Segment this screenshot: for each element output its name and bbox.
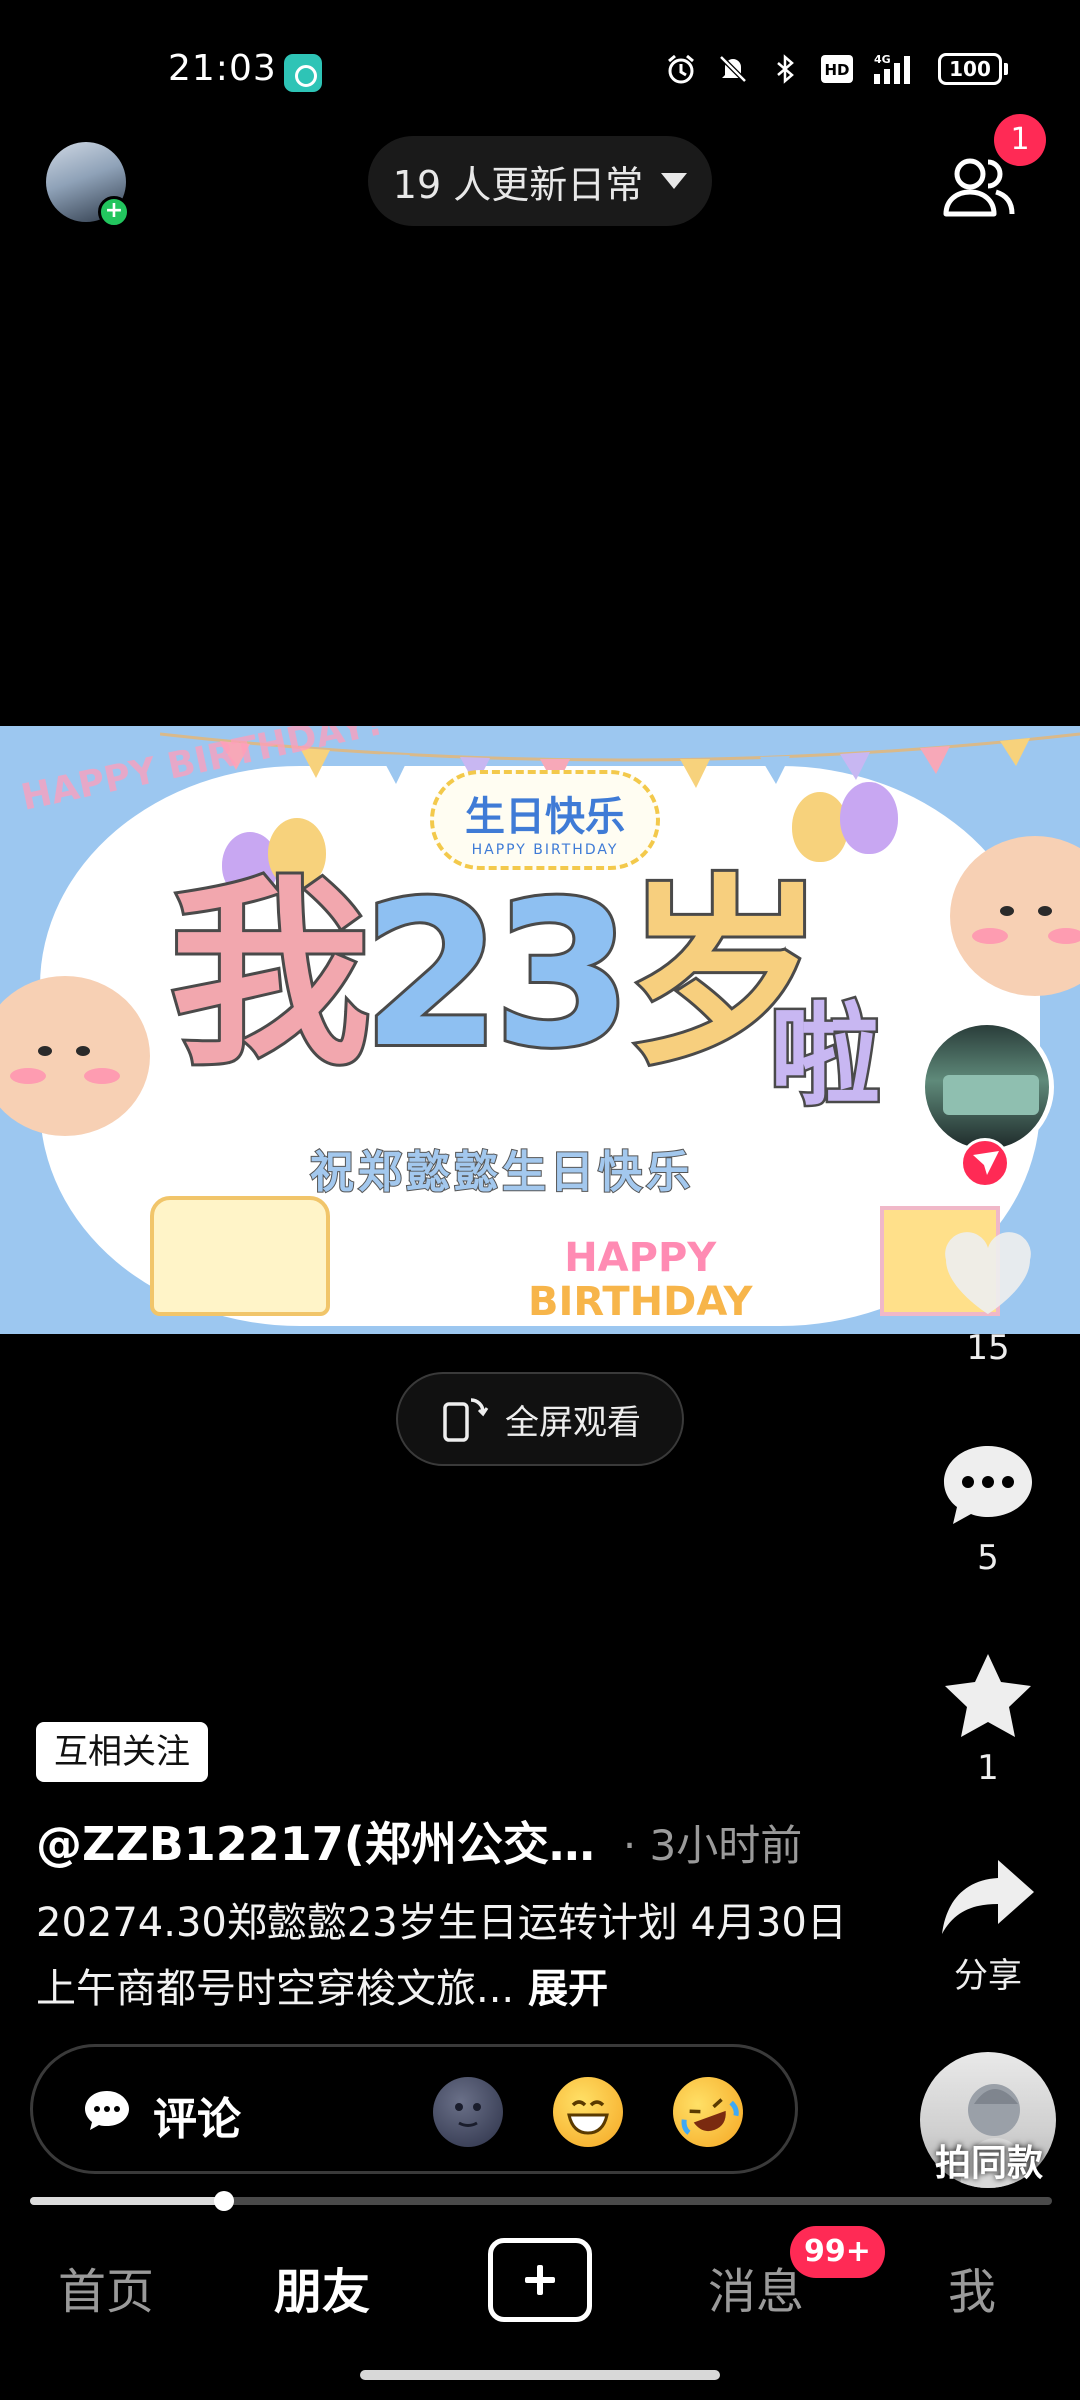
bottom-nav: 首页 朋友 消息 我 <box>0 2230 1080 2340</box>
progress-fill <box>30 2197 225 2205</box>
author-line: @ZZB12217(郑州公交… · 3小时前 <box>36 1808 836 1874</box>
network-label: 4G <box>874 53 891 66</box>
heart-icon <box>945 1232 1031 1314</box>
friends-button[interactable] <box>940 154 1018 218</box>
post-caption[interactable]: 20274.30郑懿懿23岁生日运转计划 4月30日上午商都号时空穿梭文旅...… <box>36 1890 866 2022</box>
updates-label: 19 人更新日常 <box>392 162 644 207</box>
hd-label: HD <box>824 61 849 79</box>
new-moon-face-emoji[interactable] <box>433 2077 503 2147</box>
caret-down-icon <box>661 173 688 189</box>
banner-title-sub: HAPPY BIRTHDAY <box>471 842 619 858</box>
expand-button[interactable]: 展开 <box>528 1966 608 2012</box>
mutual-follow-tag: 互相关注 <box>36 1722 208 1782</box>
bell-muted-icon <box>716 52 750 86</box>
video-progress-bar[interactable] <box>30 2191 1052 2211</box>
post-time: · 3小时前 <box>622 1821 803 1870</box>
app-notification-icon <box>284 54 322 92</box>
send-icon <box>973 1151 999 1175</box>
signal-4g-icon: 4G <box>872 52 920 86</box>
author-name[interactable]: @ZZB12217(郑州公交… <box>36 1808 595 1874</box>
messages-badge: 99+ <box>790 2226 885 2278</box>
comment-button[interactable]: 5 <box>920 1440 1056 1578</box>
banner-title: 生日快乐 <box>465 794 625 840</box>
comment-count: 5 <box>977 1538 999 1578</box>
share-arrow-icon <box>942 1860 1034 1934</box>
star-icon <box>945 1654 1031 1737</box>
favorite-count: 1 <box>977 1748 999 1788</box>
caption-text: 20274.30郑懿懿23岁生日运转计划 4月30日上午商都号时空穿梭文旅... <box>36 1900 847 2012</box>
banner-title-badge: 生日快乐 HAPPY BIRTHDAY <box>430 770 660 870</box>
fullscreen-label: 全屏观看 <box>505 1402 641 1443</box>
status-time: 21:03 <box>168 48 277 89</box>
share-label: 分享 <box>954 1956 1022 1996</box>
friends-icon <box>943 158 1015 217</box>
same-style-label[interactable]: 拍同款 <box>924 2134 1054 2186</box>
like-count: 15 <box>966 1328 1010 1368</box>
tab-home[interactable]: 首页 <box>58 2252 154 2322</box>
fullscreen-button[interactable]: 全屏观看 <box>396 1372 684 1466</box>
banner-main-char: 2 <box>359 859 504 1092</box>
cake-decoration <box>150 1196 330 1316</box>
banner-main-char: 我 <box>167 859 373 1092</box>
balloon-decoration <box>792 792 848 862</box>
author-avatar[interactable] <box>920 1020 1054 1154</box>
tab-friends[interactable]: 朋友 <box>274 2252 370 2322</box>
comment-input-bar[interactable]: 评论 <box>30 2044 798 2174</box>
banner-main-suffix: 啦 <box>768 990 883 1123</box>
status-bar: 21:03 HD 4G 100 <box>0 0 1080 140</box>
comment-icon <box>85 2091 129 2130</box>
grinning-face-emoji[interactable] <box>553 2077 623 2147</box>
my-avatar[interactable]: + <box>46 142 130 228</box>
follow-button[interactable] <box>960 1138 1010 1188</box>
video-frame[interactable]: HAPPY BIRTHDAY! 生日快乐 HAPPY BIRTHDAY 我23岁… <box>0 726 1080 1334</box>
progress-knob[interactable] <box>214 2191 235 2211</box>
comment-bubble-icon <box>944 1446 1032 1524</box>
share-button[interactable]: 分享 <box>920 1856 1056 1997</box>
banner-main-char: 3 <box>490 859 635 1092</box>
alarm-icon <box>664 52 698 86</box>
status-icons: HD 4G 100 <box>664 52 1008 86</box>
rolling-laughing-emoji[interactable] <box>663 2067 753 2157</box>
create-post-button[interactable] <box>488 2238 592 2322</box>
banner-hb-line1: HAPPY <box>564 1235 717 1281</box>
rotate-screen-icon <box>443 1398 489 1442</box>
battery-icon: 100 <box>938 53 1008 85</box>
like-button[interactable]: 15 <box>920 1230 1056 1368</box>
bus-image <box>943 1075 1039 1115</box>
home-indicator[interactable] <box>360 2370 720 2380</box>
friends-badge: 1 <box>994 114 1046 166</box>
banner-main-text: 我23岁 <box>167 873 827 1079</box>
banner-subtitle: 祝郑懿懿生日快乐 <box>309 1146 694 1199</box>
add-story-icon[interactable]: + <box>98 196 130 228</box>
balloon-decoration <box>840 782 898 854</box>
updates-dropdown[interactable]: 19 人更新日常 <box>368 136 712 226</box>
comment-label: 评论 <box>153 2094 241 2145</box>
banner-happy-birthday: HAPPY BIRTHDAY <box>528 1236 752 1324</box>
favorite-button[interactable]: 1 <box>920 1650 1056 1788</box>
tab-messages[interactable]: 消息 <box>708 2252 804 2322</box>
tab-me[interactable]: 我 <box>948 2252 996 2322</box>
banner-hb-line2: BIRTHDAY <box>528 1279 753 1325</box>
bluetooth-icon <box>768 52 802 86</box>
hd-icon: HD <box>820 52 854 86</box>
battery-level: 100 <box>938 53 1002 85</box>
